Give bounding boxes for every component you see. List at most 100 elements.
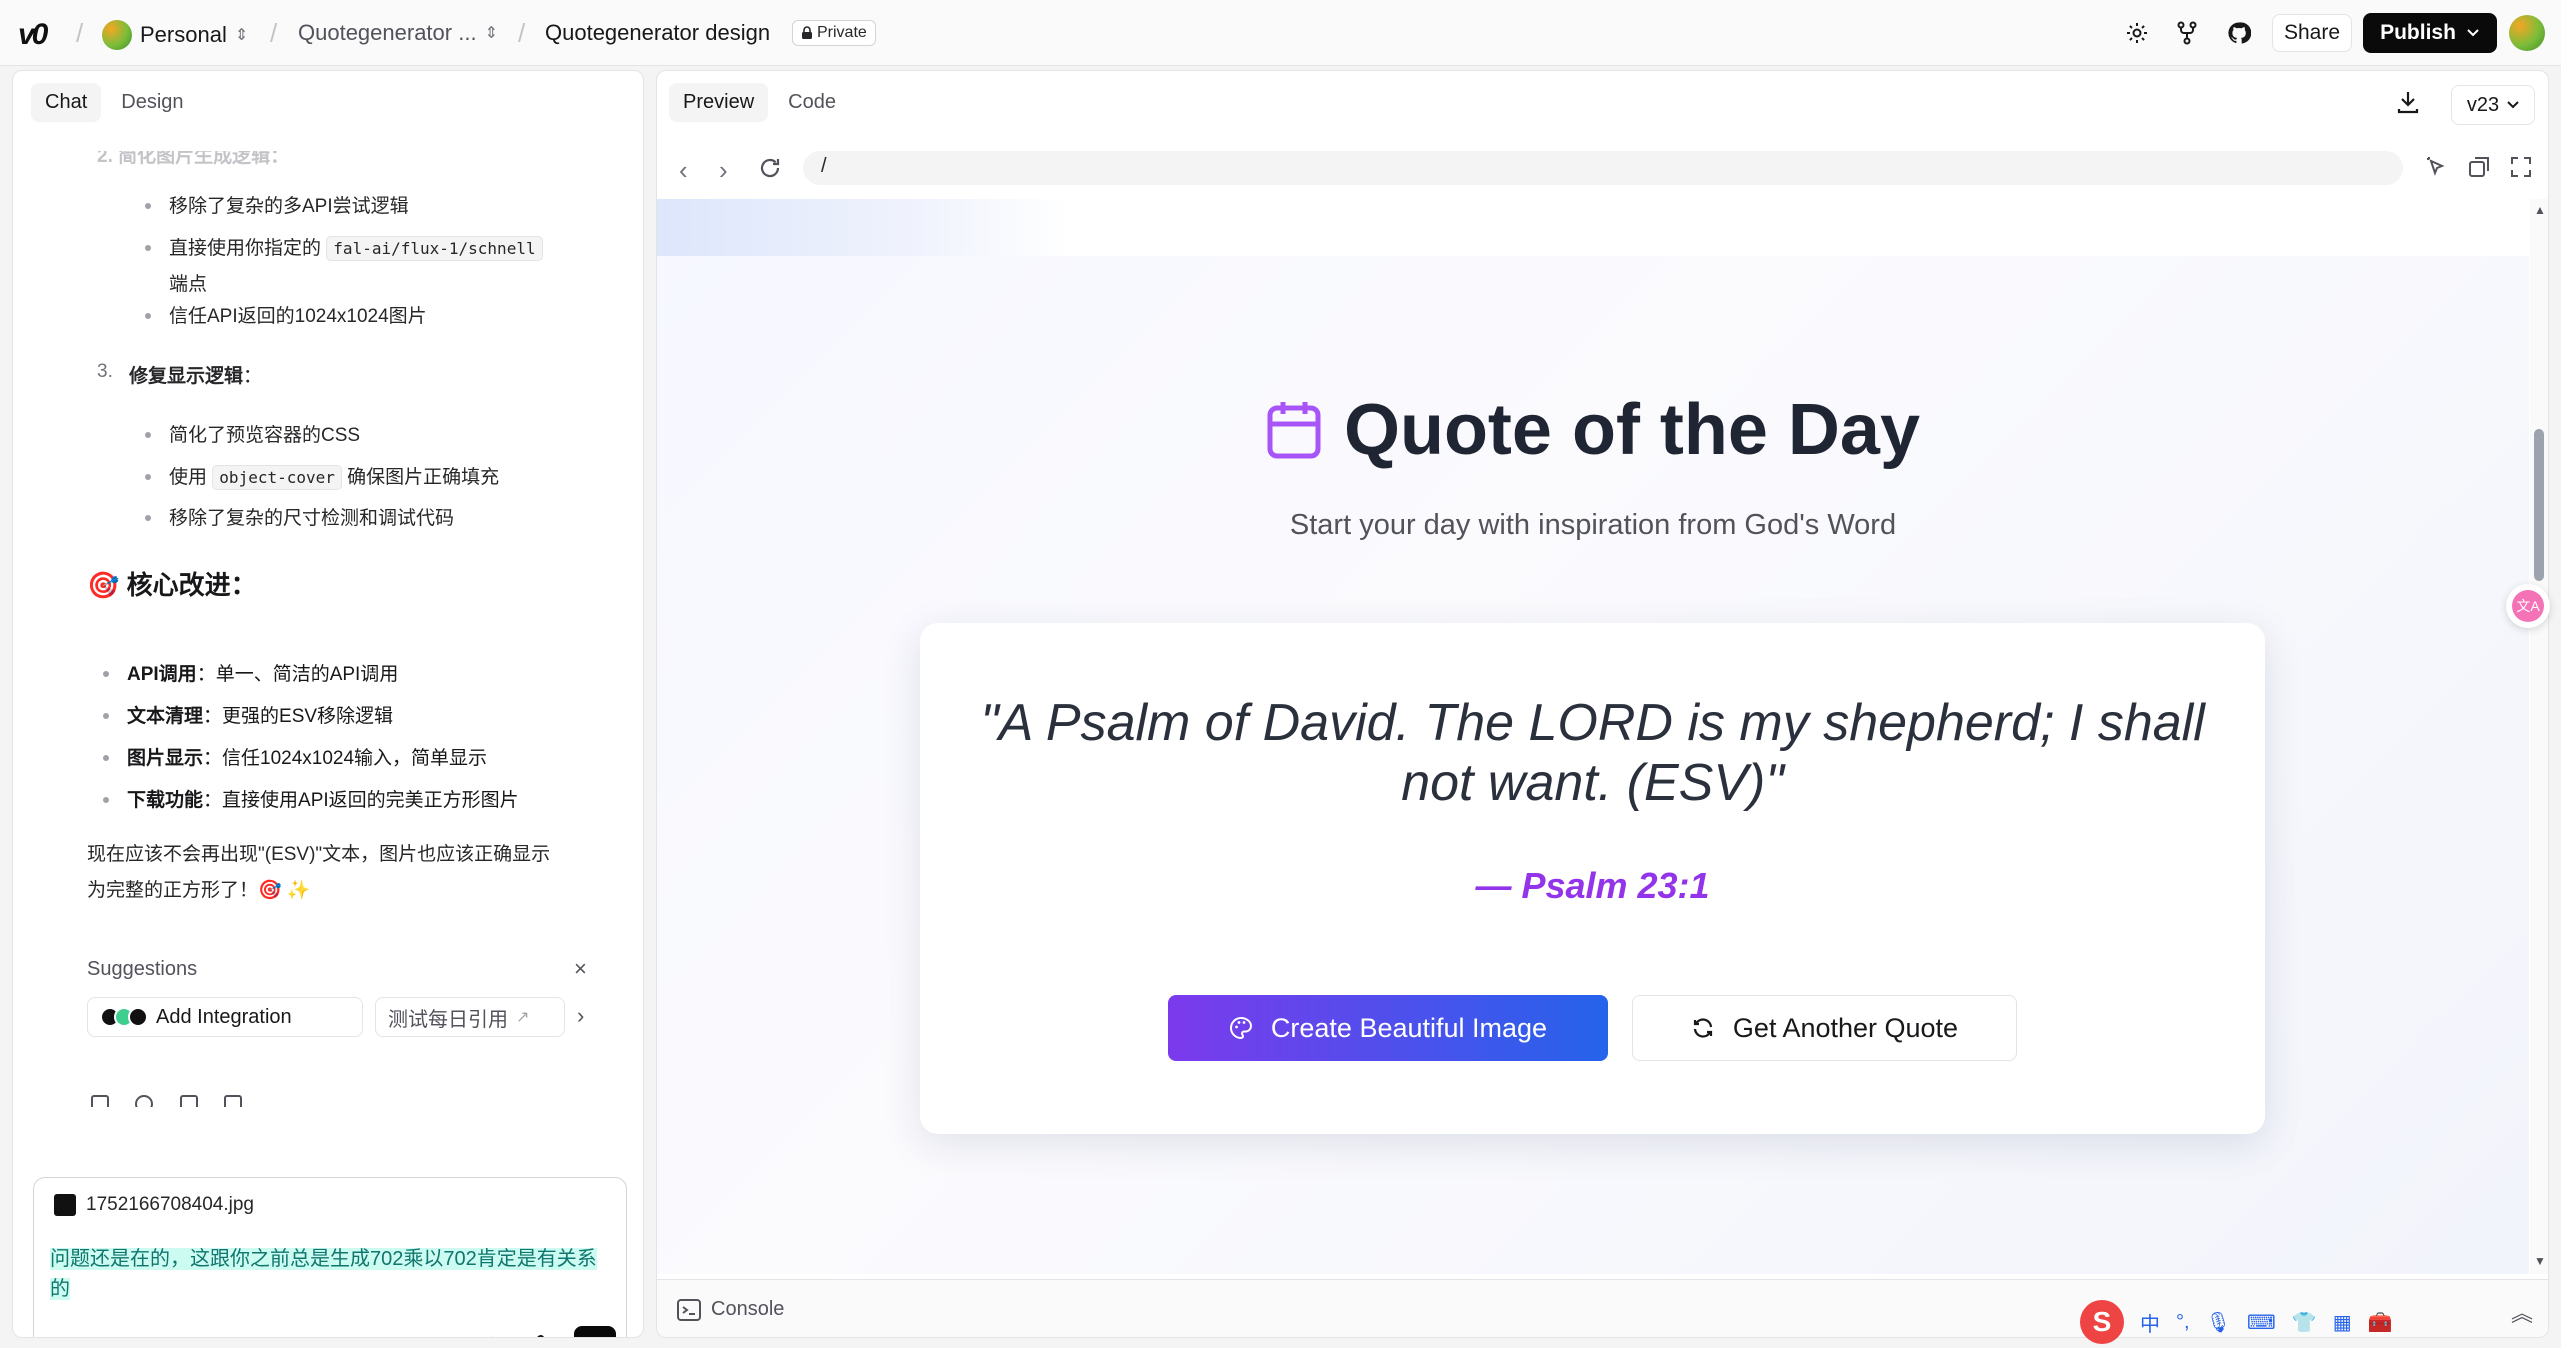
- breadcrumb-separator: /: [518, 18, 526, 48]
- ime-language[interactable]: 中: [2140, 1308, 2160, 1337]
- message-input[interactable]: 问题还是在的，这跟你之前总是生成702乘以702肯定是有关系的: [50, 1244, 610, 1304]
- preview-scrollbar[interactable]: ▲ ▼: [2530, 199, 2548, 1274]
- workspace-name: Personal: [140, 22, 227, 47]
- core-item: API调用：单一、简洁的API调用: [127, 659, 398, 686]
- send-button[interactable]: [574, 1326, 616, 1338]
- scroll-down-icon[interactable]: ▼: [2534, 1254, 2546, 1268]
- bullet: [145, 203, 151, 209]
- forward-icon[interactable]: ›: [719, 155, 728, 186]
- partial-heading: 2. 简化图片生成逻辑：: [97, 146, 290, 167]
- core-heading-text: 核心改进：: [126, 570, 257, 600]
- chevron-updown-icon: ⇕: [234, 27, 249, 44]
- privacy-label: Private: [817, 24, 867, 41]
- attachment[interactable]: 1752166708404.jpg: [54, 1194, 254, 1216]
- github-button[interactable]: [2220, 14, 2258, 52]
- share-button[interactable]: Share: [2272, 14, 2352, 52]
- v0-logo[interactable]: v0: [18, 18, 62, 51]
- workspace-switcher[interactable]: Personal ⇕: [102, 20, 248, 50]
- core-item-text: ：更强的ESV移除逻辑: [203, 706, 394, 727]
- console-label: Console: [711, 1298, 785, 1320]
- core-item-bold: 图片显示: [127, 748, 204, 769]
- apps-grid-icon[interactable]: ▦: [2333, 1310, 2352, 1335]
- bullet: [145, 432, 151, 438]
- create-image-button[interactable]: Create Beautiful Image: [1168, 995, 1608, 1061]
- url-bar[interactable]: /: [803, 151, 2403, 185]
- lock-icon: [802, 26, 812, 39]
- palette-icon: [1229, 1016, 1252, 1040]
- quote-text: "A Psalm of David. The LORD is my shephe…: [980, 694, 2205, 812]
- open-new-window-icon[interactable]: [2467, 155, 2491, 184]
- list-item: 简化了预览容器的CSS: [169, 425, 361, 446]
- toolbox-icon[interactable]: 🧰: [2368, 1310, 2393, 1335]
- breadcrumb-separator: /: [76, 18, 84, 48]
- left-tabs: Chat Design: [31, 83, 198, 122]
- paperclip-icon[interactable]: [526, 1332, 548, 1337]
- quote-reference: — Psalm 23:1: [1475, 865, 1710, 906]
- core-item-text: ：直接使用API返回的完美正方形图片: [203, 790, 519, 811]
- punctuation-icon[interactable]: °,: [2176, 1311, 2190, 1334]
- gear-icon: [2127, 23, 2147, 43]
- back-icon[interactable]: ‹: [679, 155, 688, 186]
- another-quote-label: Get Another Quote: [1732, 1012, 1959, 1043]
- download-icon[interactable]: [2395, 89, 2421, 120]
- privacy-badge[interactable]: Private: [792, 20, 876, 46]
- scroll-up-icon[interactable]: ▲: [2534, 203, 2546, 217]
- refresh-icon[interactable]: [757, 155, 783, 186]
- list-item: 信任API返回的1024x1024图片: [169, 306, 427, 327]
- bullet: [145, 245, 151, 251]
- quote-card: "A Psalm of David. The LORD is my shephe…: [920, 623, 2265, 1134]
- calendar-icon: [1267, 402, 1321, 459]
- select-element-icon[interactable]: [2425, 155, 2449, 184]
- suggestion-chip-add-integration[interactable]: Add Integration: [87, 997, 363, 1037]
- app-preview: Quote of the Day Start your day with ins…: [657, 199, 2529, 1274]
- project-switcher[interactable]: Quotegenerator ... ⇕: [298, 20, 498, 46]
- publish-button[interactable]: Publish: [2363, 13, 2497, 53]
- settings-button[interactable]: [2118, 14, 2156, 52]
- message-input-text: 问题还是在的，这跟你之前总是生成702乘以702肯定是有关系的: [50, 1248, 597, 1300]
- tab-preview[interactable]: Preview: [669, 83, 769, 122]
- bullet: [145, 313, 151, 319]
- arrow-up-icon: [585, 1336, 605, 1338]
- message-composer[interactable]: 1752166708404.jpg 问题还是在的，这跟你之前总是生成702乘以7…: [33, 1177, 627, 1338]
- chevron-right-icon[interactable]: ›: [577, 1003, 584, 1029]
- suggestions-title: Suggestions: [87, 958, 198, 980]
- chat-messages: 2. 简化图片生成逻辑： 移除了复杂的多API尝试逻辑 直接使用你指定的 fal…: [13, 141, 633, 616]
- version-selector[interactable]: v23: [2451, 85, 2535, 125]
- microphone-icon[interactable]: 🎙: [2206, 1310, 2231, 1335]
- chip-label: Add Integration: [156, 1005, 292, 1028]
- ime-toolbar: S 中 °, 🎙 ⌨ 👕 ▦ 🧰: [2080, 1300, 2393, 1344]
- core-item-bold: 下载功能: [127, 790, 204, 811]
- refresh-icon: [1693, 1018, 1713, 1038]
- another-quote-button[interactable]: Get Another Quote: [1632, 995, 2017, 1061]
- inline-code: object-cover: [212, 465, 342, 490]
- keyboard-icon[interactable]: ⌨: [2247, 1310, 2276, 1335]
- scroll-thumb[interactable]: [2534, 429, 2544, 581]
- bullet: [145, 515, 151, 521]
- fullscreen-icon[interactable]: [2509, 155, 2533, 184]
- sogou-logo-icon[interactable]: S: [2080, 1300, 2124, 1344]
- tab-code[interactable]: Code: [774, 83, 850, 122]
- step-title: 修复显示逻辑：: [129, 361, 262, 388]
- chat-title[interactable]: Quotegenerator design: [545, 20, 770, 46]
- tab-chat[interactable]: Chat: [31, 83, 102, 122]
- translate-icon: 文A: [2512, 590, 2544, 622]
- user-avatar[interactable]: [2509, 15, 2545, 51]
- translate-button[interactable]: 文A: [2506, 584, 2550, 628]
- top-bar: v0 / Personal ⇕ / Quotegenerator ... ⇕ /…: [0, 0, 2561, 66]
- console-toggle[interactable]: Console: [677, 1298, 784, 1321]
- suggestion-chip-test-quote[interactable]: 测试每日引用 ↗: [375, 997, 565, 1037]
- bullet: [145, 474, 151, 480]
- close-suggestions-icon[interactable]: ×: [574, 956, 587, 982]
- chevron-down-icon: [2507, 101, 2519, 109]
- tab-design[interactable]: Design: [107, 83, 197, 122]
- sparkles-icon[interactable]: ✦: [482, 1332, 502, 1337]
- conclusion-line: 现在应该不会再出现"(ESV)"文本，图片也应该正确显示: [87, 844, 551, 865]
- list-text: 确保图片正确填充: [347, 467, 500, 488]
- list-item: 使用 object-cover 确保图片正确填充: [169, 462, 500, 490]
- chevron-double-up-icon[interactable]: ︽: [2511, 1296, 2533, 1328]
- arrow-up-right-icon: ↗: [516, 1009, 530, 1026]
- skin-icon[interactable]: 👕: [2292, 1310, 2317, 1335]
- fork-button[interactable]: [2168, 14, 2206, 52]
- list-continuation: 端点: [169, 274, 208, 295]
- chevron-down-icon[interactable]: ⌄: [78, 1334, 91, 1337]
